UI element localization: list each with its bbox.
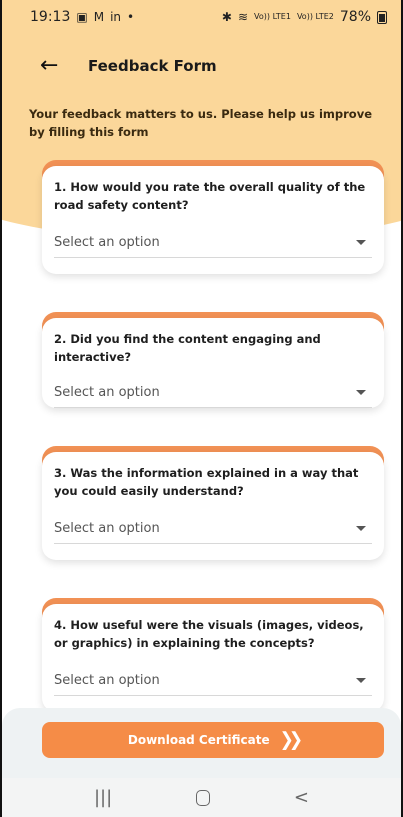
status-bar: 19:13 ▣ M in • ✱ ≋ Vo)) LTE1 Vo)) LTE2 7… bbox=[2, 0, 401, 34]
dropdown-placeholder: Select an option bbox=[54, 521, 160, 536]
card-body: 4. How useful were the visuals (images, … bbox=[42, 604, 384, 712]
question-card-1: 1. How would you rate the overall qualit… bbox=[42, 160, 384, 275]
question-card-3: 3. Was the information explained in a wa… bbox=[42, 446, 384, 560]
question-card-2: 2. Did you find the content engaging and… bbox=[42, 312, 384, 408]
gmail-icon: M bbox=[93, 10, 105, 24]
status-left: 19:13 ▣ M in • bbox=[30, 9, 134, 25]
question-card-4: 4. How useful were the visuals (images, … bbox=[42, 598, 384, 712]
dropdown-placeholder: Select an option bbox=[54, 673, 160, 688]
battery-icon bbox=[377, 10, 387, 24]
card-body: 3. Was the information explained in a wa… bbox=[42, 452, 384, 560]
card-body: 2. Did you find the content engaging and… bbox=[42, 318, 384, 408]
dropdown-placeholder: Select an option bbox=[54, 235, 160, 250]
answer-dropdown-2[interactable]: Select an option bbox=[54, 378, 372, 408]
recent-apps-icon[interactable]: ||| bbox=[94, 787, 112, 808]
network-2-label: Vo)) LTE2 bbox=[296, 12, 334, 21]
download-certificate-button[interactable]: Download Certificate ❯❯ bbox=[42, 722, 384, 758]
status-time: 19:13 bbox=[30, 9, 71, 25]
answer-dropdown-3[interactable]: Select an option bbox=[54, 514, 372, 544]
home-icon[interactable] bbox=[196, 789, 211, 806]
question-text: 4. How useful were the visuals (images, … bbox=[54, 618, 364, 650]
system-nav-bar: ||| < bbox=[2, 778, 401, 817]
linkedin-icon: in bbox=[110, 10, 122, 24]
dropdown-placeholder: Select an option bbox=[54, 385, 160, 400]
dot-icon: • bbox=[127, 10, 135, 24]
page-title: Feedback Form bbox=[88, 57, 217, 75]
app-bar: ← Feedback Form bbox=[2, 48, 401, 84]
double-chevron-right-icon: ❯❯ bbox=[279, 729, 303, 751]
question-text: 3. Was the information explained in a wa… bbox=[54, 466, 359, 498]
answer-dropdown-1[interactable]: Select an option bbox=[54, 228, 372, 258]
status-right: ✱ ≋ Vo)) LTE1 Vo)) LTE2 78% bbox=[222, 9, 387, 25]
wifi-icon: ≋ bbox=[237, 10, 249, 24]
back-nav-icon[interactable]: < bbox=[294, 787, 309, 808]
bluetooth-icon: ✱ bbox=[221, 10, 232, 24]
back-arrow-icon[interactable]: ← bbox=[40, 55, 68, 77]
card-body: 1. How would you rate the overall qualit… bbox=[42, 166, 384, 274]
download-button-label: Download Certificate bbox=[127, 733, 270, 747]
gallery-icon: ▣ bbox=[76, 10, 88, 24]
phone-screen: 19:13 ▣ M in • ✱ ≋ Vo)) LTE1 Vo)) LTE2 7… bbox=[0, 0, 403, 817]
dropdown-arrow-icon bbox=[356, 240, 366, 245]
answer-dropdown-4[interactable]: Select an option bbox=[54, 666, 372, 696]
network-1-label: Vo)) LTE1 bbox=[254, 12, 291, 21]
question-text: 2. Did you find the content engaging and… bbox=[54, 332, 321, 364]
dropdown-arrow-icon bbox=[356, 526, 366, 531]
intro-text: Your feedback matters to us. Please help… bbox=[29, 107, 372, 139]
battery-percent: 78% bbox=[339, 9, 371, 25]
dropdown-arrow-icon bbox=[356, 390, 366, 395]
question-text: 1. How would you rate the overall qualit… bbox=[54, 180, 366, 212]
dropdown-arrow-icon bbox=[356, 678, 366, 683]
